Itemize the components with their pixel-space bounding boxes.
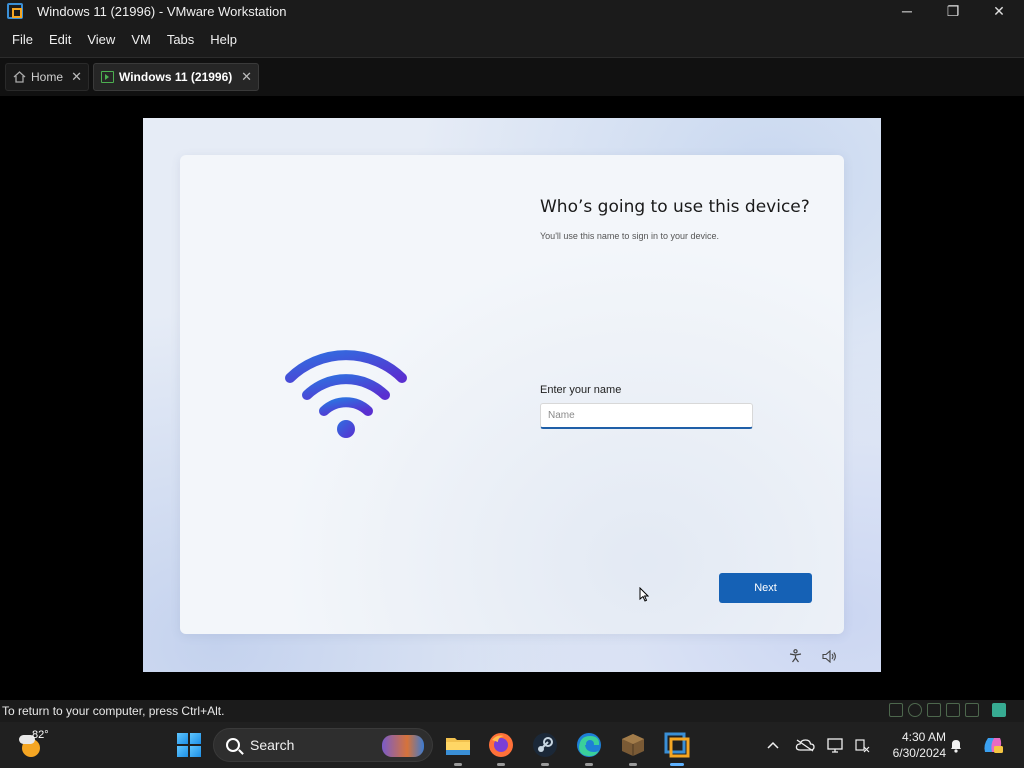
show-hidden-icons-chevron-icon[interactable]: [763, 735, 783, 755]
host-taskbar: 82° Search 4:30 AM 6/30/2024: [0, 722, 1024, 768]
hard-disk-icon[interactable]: [889, 703, 903, 717]
menu-view[interactable]: View: [79, 27, 123, 53]
usb-controller-icon[interactable]: [946, 703, 960, 717]
menu-help[interactable]: Help: [202, 27, 245, 53]
minimize-icon: ─: [902, 3, 912, 19]
weather-widget[interactable]: 82°: [18, 729, 52, 761]
notification-bell-icon[interactable]: [946, 735, 966, 755]
name-field-label: Enter your name: [540, 384, 622, 396]
search-icon: [226, 738, 240, 752]
guest-screen[interactable]: Who’s going to use this device? You'll u…: [143, 118, 881, 672]
menu-bar: File Edit View VM Tabs Help: [0, 22, 1024, 58]
start-button[interactable]: [177, 733, 201, 757]
vmware-taskbar-icon[interactable]: [662, 730, 692, 766]
steam-icon[interactable]: [530, 730, 560, 766]
restore-button[interactable]: ❐: [930, 0, 976, 22]
restore-icon: ❐: [946, 2, 960, 19]
menu-file[interactable]: File: [4, 27, 41, 53]
window-title: Windows 11 (21996) - VMware Workstation: [37, 3, 287, 19]
minimize-button[interactable]: ─: [884, 0, 930, 22]
menu-vm[interactable]: VM: [123, 27, 159, 53]
minecraft-icon[interactable]: [618, 730, 648, 766]
oobe-title: Who’s going to use this device?: [540, 197, 810, 217]
status-text: To return to your computer, press Ctrl+A…: [2, 704, 225, 718]
oobe-subtitle: You'll use this name to sign in to your …: [540, 231, 719, 241]
search-highlight-icon: [382, 735, 424, 757]
status-bar: To return to your computer, press Ctrl+A…: [0, 700, 1024, 722]
edge-icon[interactable]: [574, 730, 604, 766]
vm-icon: [100, 70, 114, 84]
tab-windows-11-close-icon[interactable]: ✕: [241, 69, 252, 85]
message-log-icon[interactable]: [992, 703, 1006, 717]
wifi-icon: [285, 350, 407, 438]
taskbar-search[interactable]: Search: [213, 728, 433, 762]
tab-windows-11[interactable]: Windows 11 (21996) ✕: [93, 63, 259, 91]
sound-card-icon[interactable]: [965, 703, 979, 717]
home-icon: [12, 70, 26, 84]
tab-bar: Home ✕ Windows 11 (21996) ✕: [0, 58, 1024, 96]
name-input[interactable]: [540, 403, 753, 429]
mouse-cursor-icon: [639, 587, 649, 602]
next-button[interactable]: Next: [719, 573, 812, 603]
firefox-icon[interactable]: [486, 730, 516, 766]
onedrive-offline-icon[interactable]: [795, 735, 815, 755]
tab-home-label: Home: [31, 70, 64, 84]
weather-temperature: 82°: [32, 729, 49, 741]
volume-icon[interactable]: [821, 648, 837, 664]
system-clock[interactable]: 4:30 AM 6/30/2024: [880, 729, 946, 761]
close-icon: ✕: [993, 2, 1005, 19]
search-label: Search: [250, 737, 295, 753]
tab-home[interactable]: Home ✕: [5, 63, 89, 91]
close-button[interactable]: ✕: [976, 0, 1022, 22]
tab-home-close-icon[interactable]: ✕: [71, 69, 82, 85]
display-icon[interactable]: [826, 735, 846, 755]
network-disconnected-icon[interactable]: [852, 735, 872, 755]
vmware-app-icon: [7, 3, 23, 19]
network-adapter-icon[interactable]: [927, 703, 941, 717]
file-explorer-icon[interactable]: [443, 730, 473, 766]
clock-time: 4:30 AM: [901, 730, 946, 744]
title-bar: Windows 11 (21996) - VMware Workstation …: [0, 0, 1024, 22]
cd-dvd-icon[interactable]: [908, 703, 922, 717]
device-status-icons: [889, 703, 1006, 717]
oobe-card: Who’s going to use this device? You'll u…: [180, 155, 844, 634]
copilot-icon[interactable]: [981, 735, 1005, 755]
clock-date: 6/30/2024: [892, 746, 946, 760]
menu-tabs[interactable]: Tabs: [159, 27, 202, 53]
menu-edit[interactable]: Edit: [41, 27, 79, 53]
tab-windows-11-label: Windows 11 (21996): [119, 70, 233, 84]
accessibility-icon[interactable]: [787, 648, 803, 664]
